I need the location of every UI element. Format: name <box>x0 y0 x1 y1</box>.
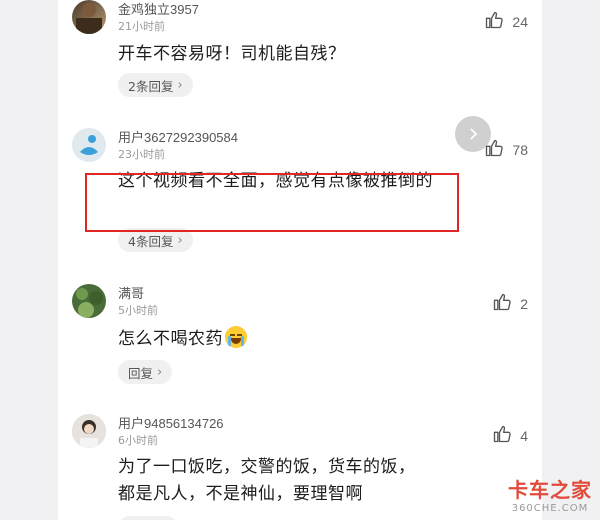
watermark-logo: 卡车之家 360CHE.COM <box>508 474 592 514</box>
watermark-main: 卡车之家 <box>508 478 592 502</box>
avatar[interactable] <box>72 414 106 448</box>
like-count: 78 <box>512 142 528 158</box>
username[interactable]: 满哥 <box>118 283 144 302</box>
reply-button-partial[interactable] <box>118 516 178 520</box>
username[interactable]: 用户94856134726 <box>118 413 224 432</box>
chevron-right-icon: › <box>157 364 163 380</box>
next-arrow-button[interactable] <box>455 116 491 152</box>
comment-text: 怎么不喝农药 <box>118 326 458 353</box>
comment-text: 为了一口饭吃，交警的饭，货车的饭，都是凡人，不是神仙，要理智啊 <box>118 457 416 504</box>
avatar[interactable] <box>72 0 106 34</box>
username[interactable]: 用户3627292390584 <box>118 127 238 146</box>
like-count: 24 <box>512 14 528 30</box>
timestamp: 6小时前 <box>118 434 158 447</box>
reply-count-button[interactable]: 2条回复 › <box>118 73 193 97</box>
avatar[interactable] <box>72 128 106 162</box>
chevron-right-icon <box>470 128 478 140</box>
red-highlight-box <box>85 173 459 232</box>
like-button[interactable]: 2 <box>422 292 542 316</box>
like-button[interactable]: 4 <box>422 424 542 448</box>
thumbs-up-icon <box>484 10 504 34</box>
timestamp: 21小时前 <box>118 20 165 33</box>
thumbs-up-icon <box>492 292 512 316</box>
comment-text-body: 怎么不喝农药 <box>118 329 223 349</box>
comment-text: 开车不容易呀！司机能自残？ <box>118 44 346 64</box>
like-button[interactable]: 24 <box>422 10 542 34</box>
reply-label: 回复 <box>128 365 154 381</box>
chevron-right-icon: › <box>177 232 183 248</box>
avatar[interactable] <box>72 284 106 318</box>
like-count: 4 <box>520 428 528 444</box>
reply-label: 4条回复 <box>128 233 174 249</box>
username[interactable]: 金鸡独立3957 <box>118 0 199 18</box>
reply-label: 2条回复 <box>128 78 174 94</box>
crying-face-emoji-icon <box>225 326 247 348</box>
timestamp: 23小时前 <box>118 148 165 161</box>
like-count: 2 <box>520 296 528 312</box>
reply-button[interactable]: 回复 › <box>118 360 173 384</box>
chevron-right-icon: › <box>177 77 183 93</box>
comment-panel: 金鸡独立3957 21小时前 24 开车不容易呀！司机能自残？ 2条回复 › 用… <box>58 0 542 520</box>
watermark-sub: 360CHE.COM <box>511 503 589 514</box>
thumbs-up-icon <box>492 424 512 448</box>
timestamp: 5小时前 <box>118 304 158 317</box>
